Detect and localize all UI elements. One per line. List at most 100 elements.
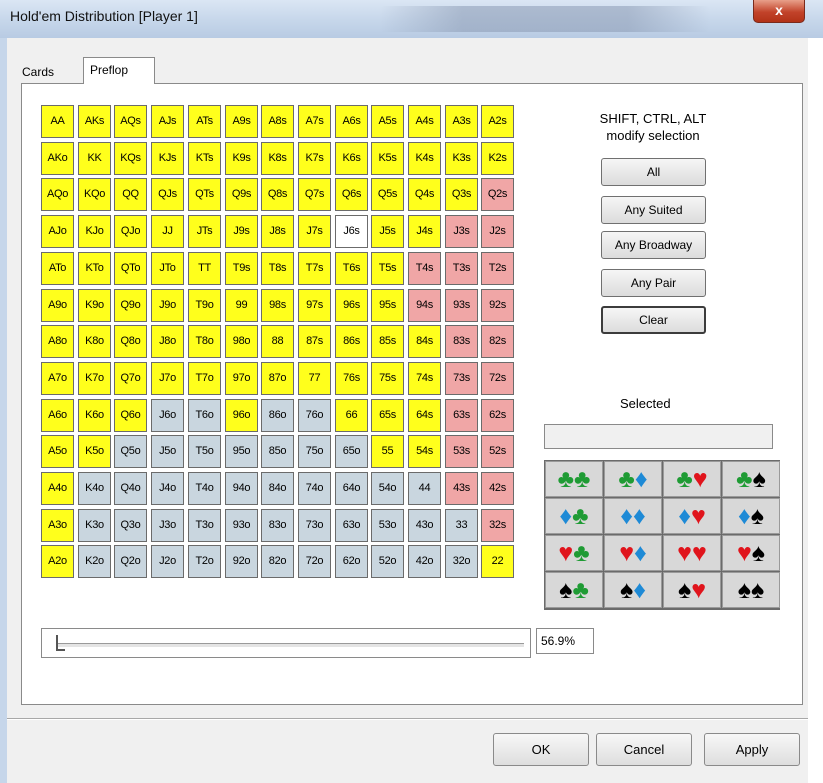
hand-cell[interactable]: K9o <box>78 289 111 322</box>
hand-cell[interactable]: Q9s <box>225 178 258 211</box>
hand-cell[interactable]: J8o <box>151 325 184 358</box>
hand-cell[interactable]: 84s <box>408 325 441 358</box>
hand-cell[interactable]: 85o <box>261 435 294 468</box>
hand-cell[interactable]: 63o <box>335 509 368 542</box>
suit-combo-cell[interactable]: ♠♦ <box>604 572 662 608</box>
hand-cell[interactable]: Q9o <box>114 289 147 322</box>
hand-cell[interactable]: KTo <box>78 252 111 285</box>
hand-cell[interactable]: 33 <box>445 509 478 542</box>
hand-cell[interactable]: T8o <box>188 325 221 358</box>
apply-button[interactable]: Apply <box>704 733 800 766</box>
hand-cell[interactable]: 54s <box>408 435 441 468</box>
tab-preflop[interactable]: Preflop <box>83 57 155 84</box>
hand-cell[interactable]: Q2o <box>114 545 147 578</box>
hand-cell[interactable]: A7s <box>298 105 331 138</box>
hand-cell[interactable]: 44 <box>408 472 441 505</box>
suit-combo-cell[interactable]: ♦♦ <box>604 498 662 534</box>
hand-cell[interactable]: A6o <box>41 399 74 432</box>
hand-cell[interactable]: A5s <box>371 105 404 138</box>
hand-cell[interactable]: Q3s <box>445 178 478 211</box>
hand-cell[interactable]: 22 <box>481 545 514 578</box>
hand-cell[interactable]: T2o <box>188 545 221 578</box>
hand-cell[interactable]: Q3o <box>114 509 147 542</box>
hand-cell[interactable]: 93o <box>225 509 258 542</box>
slider-thumb[interactable] <box>56 635 65 651</box>
hand-cell[interactable]: AQs <box>114 105 147 138</box>
hand-cell[interactable]: T6o <box>188 399 221 432</box>
hand-cell[interactable]: A9s <box>225 105 258 138</box>
hand-cell[interactable]: K6s <box>335 142 368 175</box>
hand-cell[interactable]: T9o <box>188 289 221 322</box>
hand-cell[interactable]: 85s <box>371 325 404 358</box>
any-broadway-button[interactable]: Any Broadway <box>601 231 706 259</box>
hand-cell[interactable]: 98s <box>261 289 294 322</box>
hand-cell[interactable]: J8s <box>261 215 294 248</box>
hand-cell[interactable]: 86o <box>261 399 294 432</box>
hand-cell[interactable]: 82o <box>261 545 294 578</box>
hand-cell[interactable]: Q6o <box>114 399 147 432</box>
hand-cell[interactable]: A5o <box>41 435 74 468</box>
hand-cell[interactable]: Q7s <box>298 178 331 211</box>
suit-combo-cell[interactable]: ♣♣ <box>545 461 603 497</box>
hand-cell[interactable]: T7o <box>188 362 221 395</box>
hand-cell[interactable]: T3o <box>188 509 221 542</box>
hand-cell[interactable]: K7s <box>298 142 331 175</box>
suit-combo-cell[interactable]: ♠♥ <box>663 572 721 608</box>
hand-cell[interactable]: AQo <box>41 178 74 211</box>
all-button[interactable]: All <box>601 158 706 186</box>
hand-cell[interactable]: 52o <box>371 545 404 578</box>
hand-cell[interactable]: J3o <box>151 509 184 542</box>
hand-cell[interactable]: T4s <box>408 252 441 285</box>
hand-cell[interactable]: A4s <box>408 105 441 138</box>
hand-cell[interactable]: T5s <box>371 252 404 285</box>
range-slider[interactable] <box>41 628 531 658</box>
hand-cell[interactable]: 96o <box>225 399 258 432</box>
suit-combo-cell[interactable]: ♣♥ <box>663 461 721 497</box>
hand-cell[interactable]: 87s <box>298 325 331 358</box>
hand-cell[interactable]: KTs <box>188 142 221 175</box>
hand-cell[interactable]: T3s <box>445 252 478 285</box>
hand-cell[interactable]: QTs <box>188 178 221 211</box>
hand-cell[interactable]: 86s <box>335 325 368 358</box>
hand-cell[interactable]: 97s <box>298 289 331 322</box>
hand-cell[interactable]: 54o <box>371 472 404 505</box>
hand-cell[interactable]: J6o <box>151 399 184 432</box>
hand-cell[interactable]: 94s <box>408 289 441 322</box>
hand-cell[interactable]: J2o <box>151 545 184 578</box>
cancel-button[interactable]: Cancel <box>596 733 692 766</box>
clear-button[interactable]: Clear <box>601 306 706 334</box>
hand-cell[interactable]: 87o <box>261 362 294 395</box>
hand-cell[interactable]: T9s <box>225 252 258 285</box>
hand-cell[interactable]: J4s <box>408 215 441 248</box>
hand-cell[interactable]: 83s <box>445 325 478 358</box>
hand-cell[interactable]: ATs <box>188 105 221 138</box>
hand-cell[interactable]: 64s <box>408 399 441 432</box>
hand-cell[interactable]: Q4o <box>114 472 147 505</box>
hand-cell[interactable]: TT <box>188 252 221 285</box>
hand-cell[interactable]: 75s <box>371 362 404 395</box>
hand-cell[interactable]: JJ <box>151 215 184 248</box>
hand-cell[interactable]: K4o <box>78 472 111 505</box>
hand-cell[interactable]: A9o <box>41 289 74 322</box>
hand-cell[interactable]: K6o <box>78 399 111 432</box>
hand-cell[interactable]: AJs <box>151 105 184 138</box>
suit-combo-cell[interactable]: ♥♣ <box>545 535 603 571</box>
hand-cell[interactable]: A8o <box>41 325 74 358</box>
hand-cell[interactable]: J4o <box>151 472 184 505</box>
hand-cell[interactable]: K8o <box>78 325 111 358</box>
hand-cell[interactable]: J9o <box>151 289 184 322</box>
hand-cell[interactable]: 52s <box>481 435 514 468</box>
hand-cell[interactable]: 55 <box>371 435 404 468</box>
hand-cell[interactable]: A6s <box>335 105 368 138</box>
hand-cell[interactable]: J3s <box>445 215 478 248</box>
hand-cell[interactable]: 65s <box>371 399 404 432</box>
tab-cards[interactable]: Cards <box>16 62 60 82</box>
suit-combo-cell[interactable]: ♦♣ <box>545 498 603 534</box>
hand-cell[interactable]: T2s <box>481 252 514 285</box>
hand-cell[interactable]: 53s <box>445 435 478 468</box>
hand-cell[interactable]: A2o <box>41 545 74 578</box>
hand-cell[interactable]: KJs <box>151 142 184 175</box>
hand-cell[interactable]: Q5o <box>114 435 147 468</box>
hand-cell[interactable]: 88 <box>261 325 294 358</box>
hand-cell[interactable]: A4o <box>41 472 74 505</box>
